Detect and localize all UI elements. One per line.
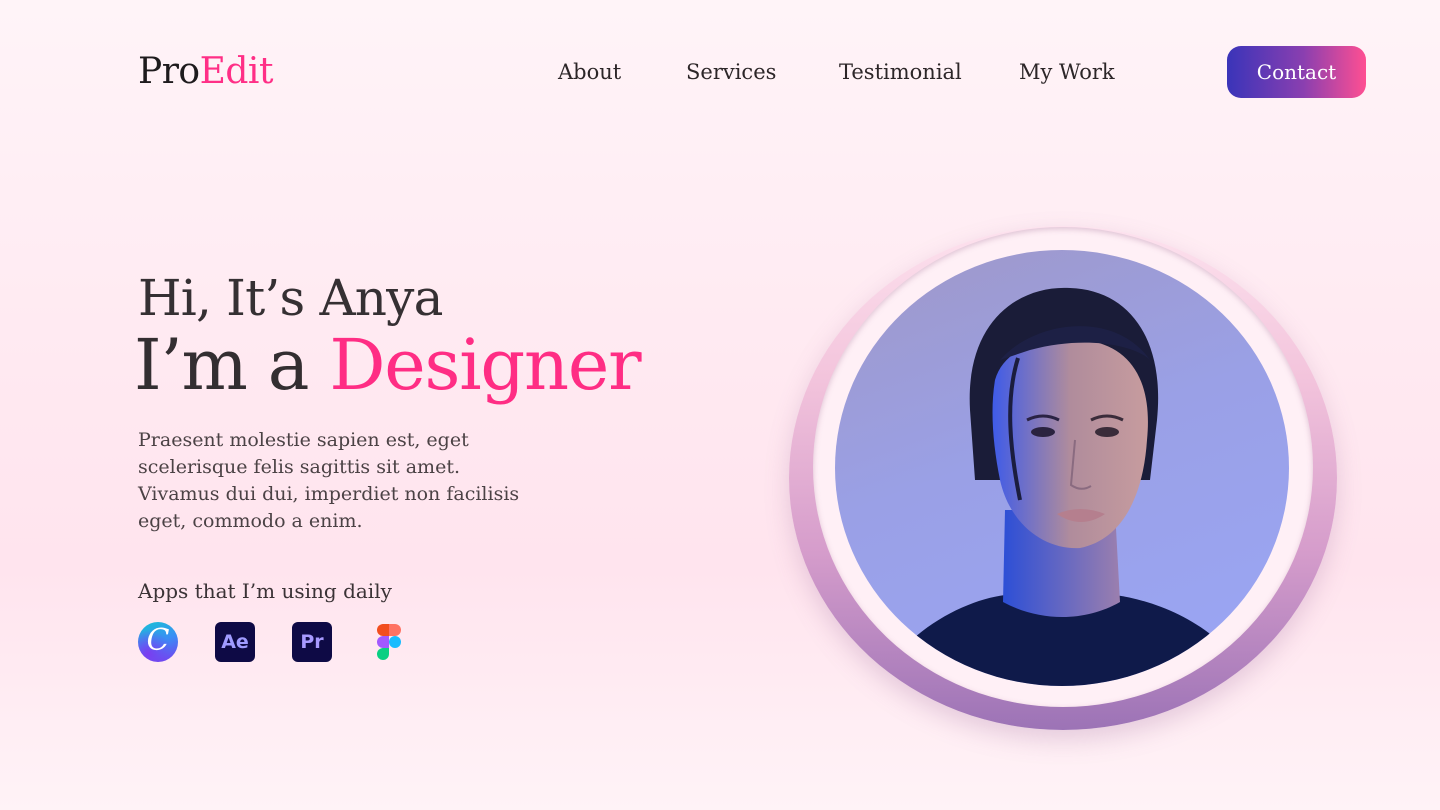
logo[interactable]: ProEdit	[138, 50, 273, 94]
logo-text-pro: Pro	[138, 51, 200, 92]
portrait-photo	[835, 250, 1289, 686]
canva-glyph: C	[146, 623, 170, 658]
nav-link-services[interactable]: Services	[686, 58, 776, 86]
hero-greeting: Hi, It’s Anya	[138, 269, 443, 327]
apps-title: Apps that I’m using daily	[138, 579, 392, 603]
logo-text-edit: Edit	[199, 51, 274, 92]
after-effects-icon[interactable]: Ae	[215, 622, 255, 662]
canva-icon[interactable]: C	[138, 622, 178, 662]
hero-role: I’m a Designer	[134, 322, 642, 408]
hero-role-prefix: I’m a	[134, 324, 330, 406]
premiere-pro-icon[interactable]: Pr	[292, 622, 332, 662]
nav-link-testimonial[interactable]: Testimonial	[839, 58, 962, 86]
contact-button[interactable]: Contact	[1227, 46, 1366, 98]
figma-icon[interactable]	[369, 622, 409, 662]
hero-description: Praesent molestie sapien est, eget scele…	[138, 429, 520, 532]
portrait-illustration	[875, 287, 1255, 686]
figma-logo-shape	[377, 624, 401, 660]
nav-link-about[interactable]: About	[558, 58, 621, 86]
hero-role-accent: Designer	[329, 324, 641, 406]
nav-link-my-work[interactable]: My Work	[1019, 58, 1115, 86]
